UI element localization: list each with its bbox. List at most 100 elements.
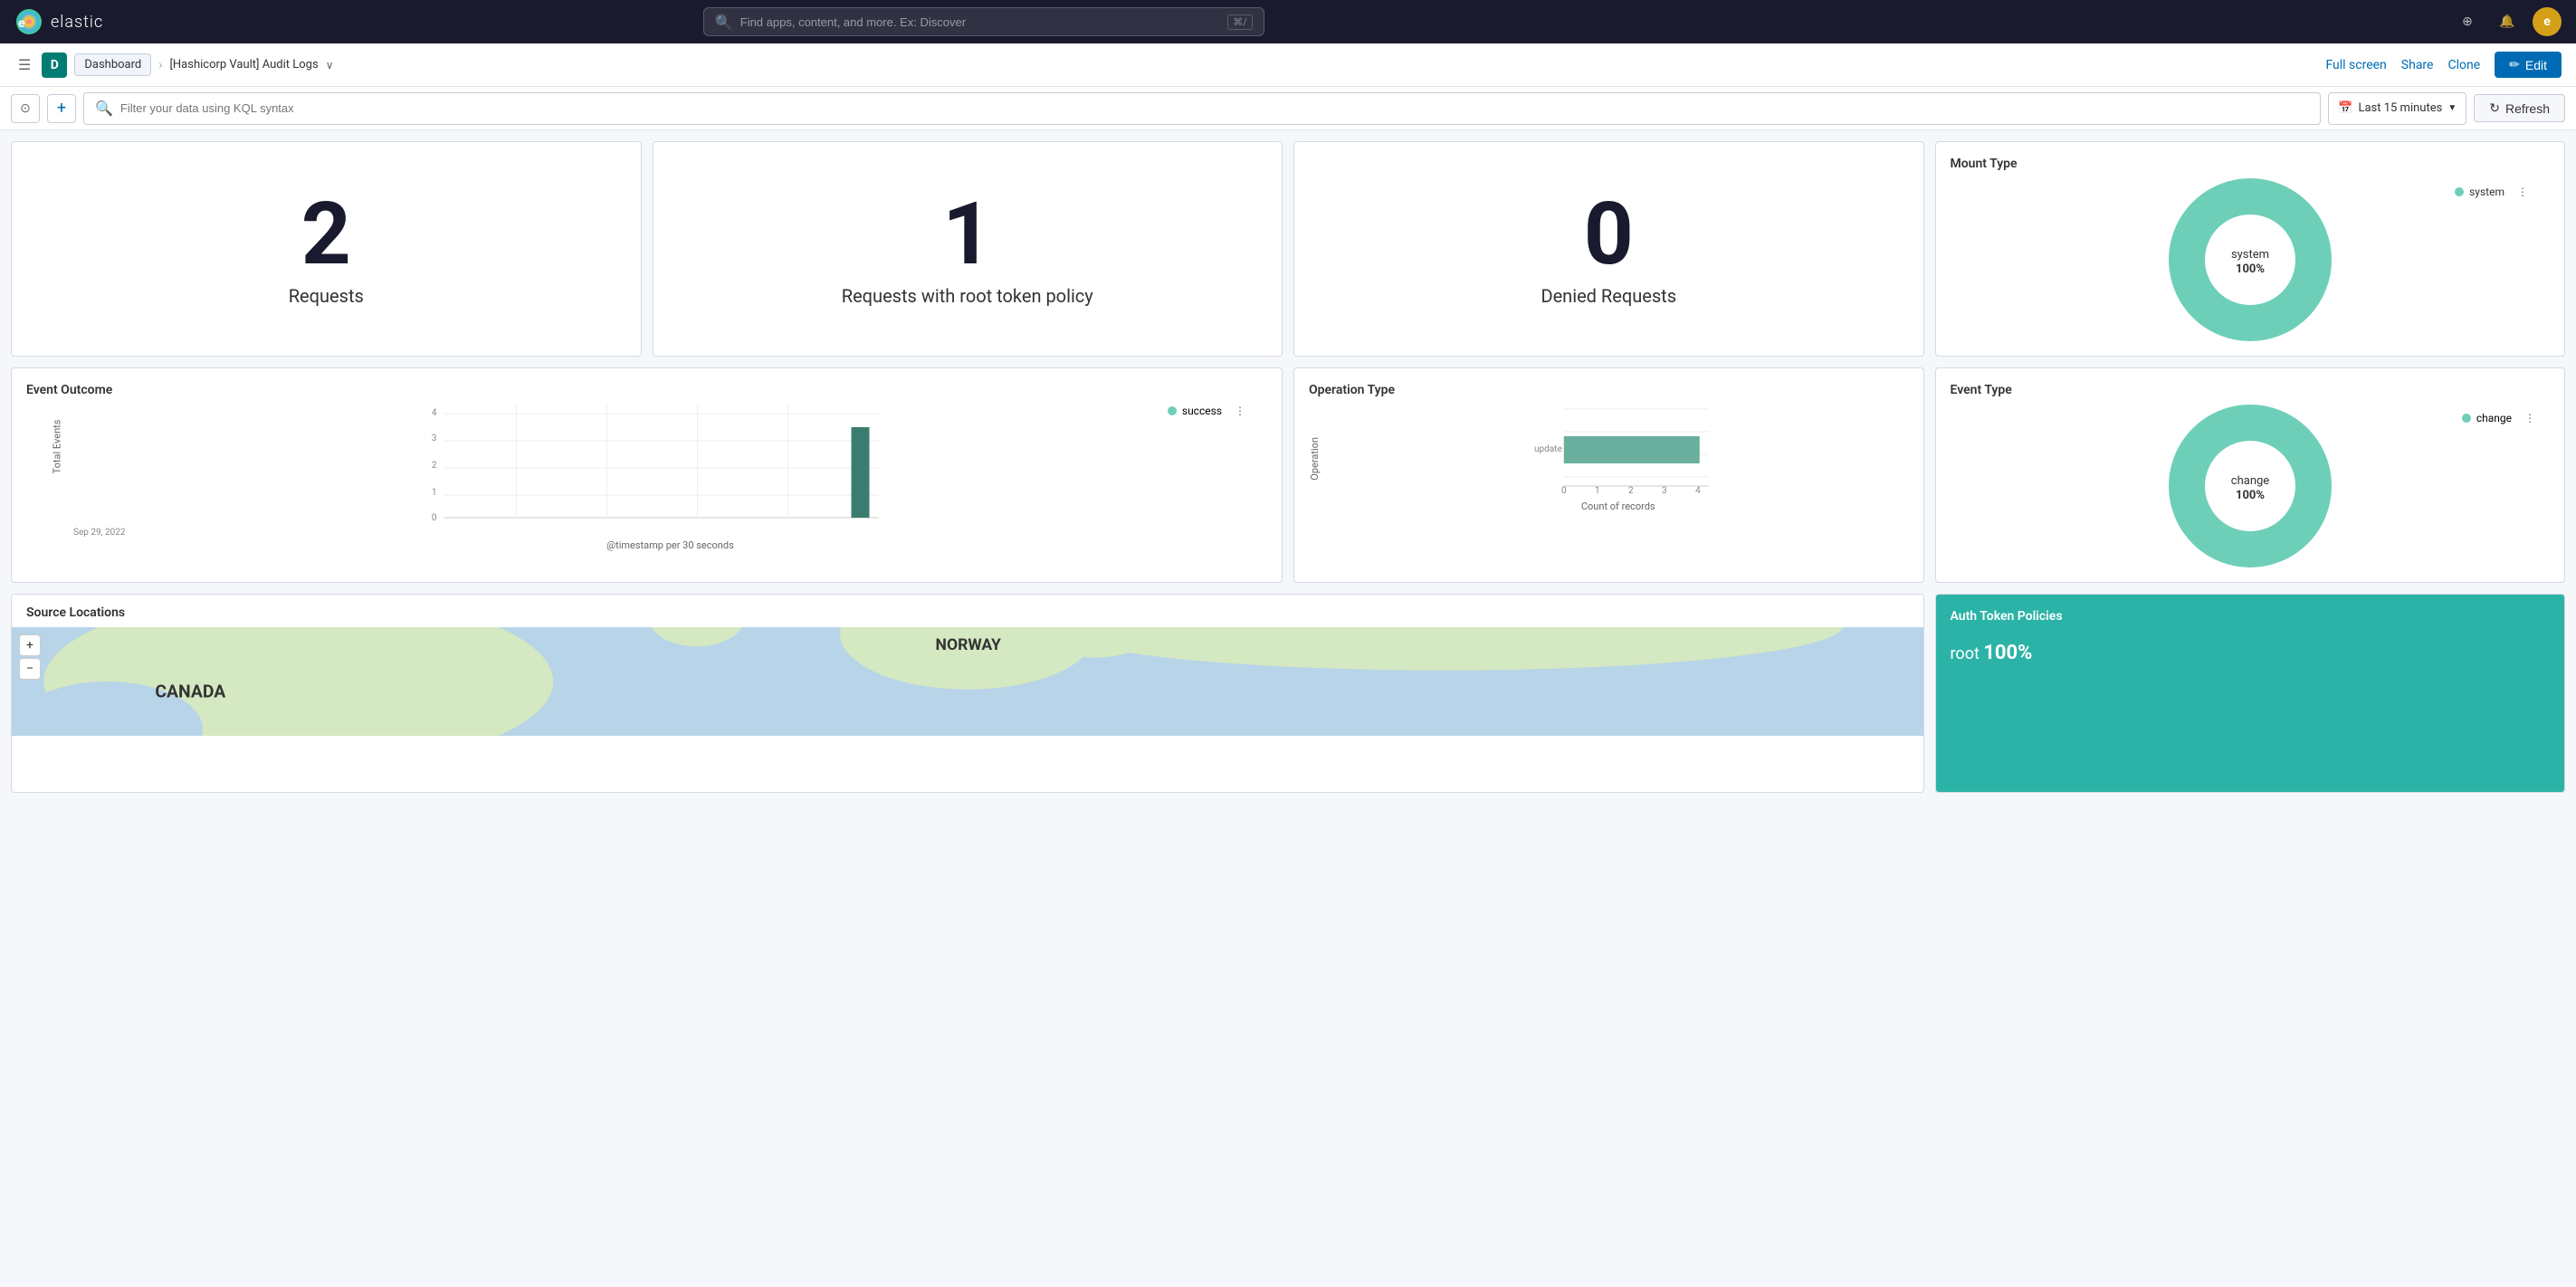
- elastic-logo[interactable]: e elastic: [14, 7, 103, 36]
- svg-text:0: 0: [1561, 486, 1567, 495]
- svg-text:change: change: [2231, 474, 2270, 488]
- breadcrumb-dashboard[interactable]: Dashboard: [74, 53, 151, 76]
- search-icon: 🔍: [715, 14, 733, 31]
- event-outcome-panel: Event Outcome success ⋮ Total Events 0 1…: [11, 367, 1283, 583]
- source-locations-title: Source Locations: [12, 595, 1923, 627]
- breadcrumb-dropdown-icon[interactable]: ∨: [326, 59, 334, 72]
- root-token-metric-panel: 1 Requests with root token policy: [653, 141, 1283, 357]
- edit-label: Edit: [2525, 58, 2547, 72]
- map-controls: + −: [19, 634, 41, 680]
- top-navigation: e elastic 🔍 ⌘/ ⊕ 🔔 e: [0, 0, 2576, 43]
- mount-type-legend: system ⋮: [2455, 186, 2528, 198]
- auth-token-pct: 100%: [1983, 642, 2032, 664]
- event-outcome-chart: 0 1 2 3 4 25' 30' 35' 40': [73, 405, 1267, 522]
- svg-text:2: 2: [1628, 486, 1634, 495]
- svg-text:CANADA: CANADA: [155, 682, 225, 702]
- calendar-icon: 📅: [2338, 101, 2352, 115]
- breadcrumb-current: [Hashicorp Vault] Audit Logs: [169, 58, 318, 72]
- dashboard-grid: 2 Requests 1 Requests with root token po…: [0, 130, 2576, 804]
- operation-type-title: Operation Type: [1309, 383, 1909, 397]
- svg-text:2: 2: [432, 461, 437, 471]
- refresh-label: Refresh: [2505, 101, 2550, 116]
- map-zoom-out-button[interactable]: −: [19, 658, 41, 680]
- svg-text:0: 0: [432, 513, 437, 522]
- event-outcome-x-label: @timestamp per 30 seconds: [73, 539, 1267, 551]
- search-input[interactable]: [740, 15, 1221, 29]
- svg-text:4: 4: [432, 408, 437, 418]
- svg-text:1: 1: [432, 488, 437, 498]
- workspace-icon: D: [42, 52, 67, 78]
- requests-label: Requests: [289, 285, 364, 307]
- edit-button[interactable]: ✏ Edit: [2495, 52, 2562, 78]
- root-token-value: 1: [942, 191, 992, 278]
- auth-token-content: root 100%: [1951, 642, 2551, 664]
- auth-token-item: root: [1951, 644, 1980, 663]
- mount-type-legend-label: system: [2469, 186, 2504, 198]
- event-outcome-y-label: Total Events: [51, 420, 62, 474]
- svg-text:100%: 100%: [2236, 262, 2265, 276]
- svg-text:4: 4: [1695, 486, 1701, 495]
- event-type-title: Event Type: [1951, 383, 2551, 397]
- event-outcome-legend: success ⋮: [1168, 405, 1245, 417]
- svg-text:3: 3: [1662, 486, 1667, 495]
- requests-value: 2: [301, 191, 351, 278]
- edit-icon: ✏: [2509, 57, 2520, 72]
- mount-type-title: Mount Type: [1951, 157, 2551, 171]
- saved-filter-icon[interactable]: ⊙: [11, 94, 40, 123]
- event-outcome-more-icon[interactable]: ⋮: [1235, 405, 1245, 417]
- root-token-label: Requests with root token policy: [842, 285, 1093, 307]
- app-name: elastic: [51, 13, 103, 32]
- map-zoom-in-button[interactable]: +: [19, 634, 41, 656]
- notifications-icon[interactable]: 🔔: [2493, 7, 2522, 36]
- breadcrumb-actions: Full screen Share Clone ✏ Edit: [2325, 52, 2562, 78]
- global-search[interactable]: 🔍 ⌘/: [703, 7, 1264, 36]
- source-locations-panel: Source Locations + −: [11, 594, 1924, 793]
- operation-type-y-label: Operation: [1309, 437, 1321, 481]
- event-type-legend-label: change: [2476, 412, 2512, 424]
- event-type-legend: change ⋮: [2462, 412, 2535, 424]
- refresh-icon: ↻: [2489, 100, 2500, 116]
- breadcrumb-separator: ›: [158, 58, 162, 72]
- menu-icon[interactable]: ☰: [14, 52, 34, 77]
- event-outcome-legend-dot: [1168, 406, 1177, 415]
- refresh-button[interactable]: ↻ Refresh: [2474, 94, 2565, 122]
- kql-filter-input[interactable]: [120, 101, 2309, 115]
- mount-type-donut-chart: system 100%: [2169, 178, 2332, 341]
- svg-text:3: 3: [432, 434, 437, 443]
- auth-token-panel: Auth Token Policies root 100%: [1935, 594, 2566, 793]
- event-type-legend-dot: [2462, 414, 2471, 423]
- help-icon[interactable]: ⊕: [2453, 7, 2482, 36]
- operation-type-panel: Operation Type Operation update 0: [1293, 367, 1924, 583]
- user-avatar[interactable]: e: [2533, 7, 2562, 36]
- mount-type-panel: Mount Type system ⋮ system 100%: [1935, 141, 2566, 357]
- time-picker-chevron: ▼: [2447, 103, 2457, 113]
- svg-text:update: update: [1534, 444, 1562, 454]
- add-filter-icon[interactable]: +: [47, 94, 76, 123]
- auth-token-title: Auth Token Policies: [1951, 609, 2551, 624]
- svg-text:1: 1: [1595, 486, 1600, 495]
- nav-icons: ⊕ 🔔 e: [2453, 7, 2562, 36]
- event-outcome-title: Event Outcome: [26, 383, 1267, 397]
- mount-type-legend-dot: [2455, 187, 2464, 196]
- clone-button[interactable]: Clone: [2447, 58, 2480, 72]
- denied-value: 0: [1584, 191, 1634, 278]
- time-range-label: Last 15 minutes: [2358, 101, 2442, 115]
- denied-label: Denied Requests: [1541, 285, 1676, 307]
- share-button[interactable]: Share: [2401, 58, 2434, 72]
- event-type-panel: Event Type change ⋮ change 100%: [1935, 367, 2566, 583]
- time-range-picker[interactable]: 📅 Last 15 minutes ▼: [2328, 92, 2466, 125]
- breadcrumb-bar: ☰ D Dashboard › [Hashicorp Vault] Audit …: [0, 43, 2576, 87]
- event-type-more-icon[interactable]: ⋮: [2524, 412, 2535, 424]
- full-screen-button[interactable]: Full screen: [2325, 58, 2386, 72]
- map-svg: CANADA ICELAND FINLAND NORWAY RUSSIA Gul…: [12, 627, 1923, 736]
- filter-bar: ⊙ + 🔍 📅 Last 15 minutes ▼ ↻ Refresh: [0, 87, 2576, 130]
- kql-filter-input-wrap[interactable]: 🔍: [83, 92, 2321, 125]
- svg-text:100%: 100%: [2236, 489, 2265, 502]
- svg-text:system: system: [2231, 248, 2269, 262]
- mount-type-more-icon[interactable]: ⋮: [2517, 186, 2528, 198]
- denied-metric-panel: 0 Denied Requests: [1293, 141, 1924, 357]
- svg-text:e: e: [18, 16, 26, 31]
- filter-search-icon: 🔍: [95, 100, 113, 117]
- event-outcome-date: Sep 29, 2022: [73, 528, 1267, 538]
- event-outcome-legend-label: success: [1182, 405, 1222, 417]
